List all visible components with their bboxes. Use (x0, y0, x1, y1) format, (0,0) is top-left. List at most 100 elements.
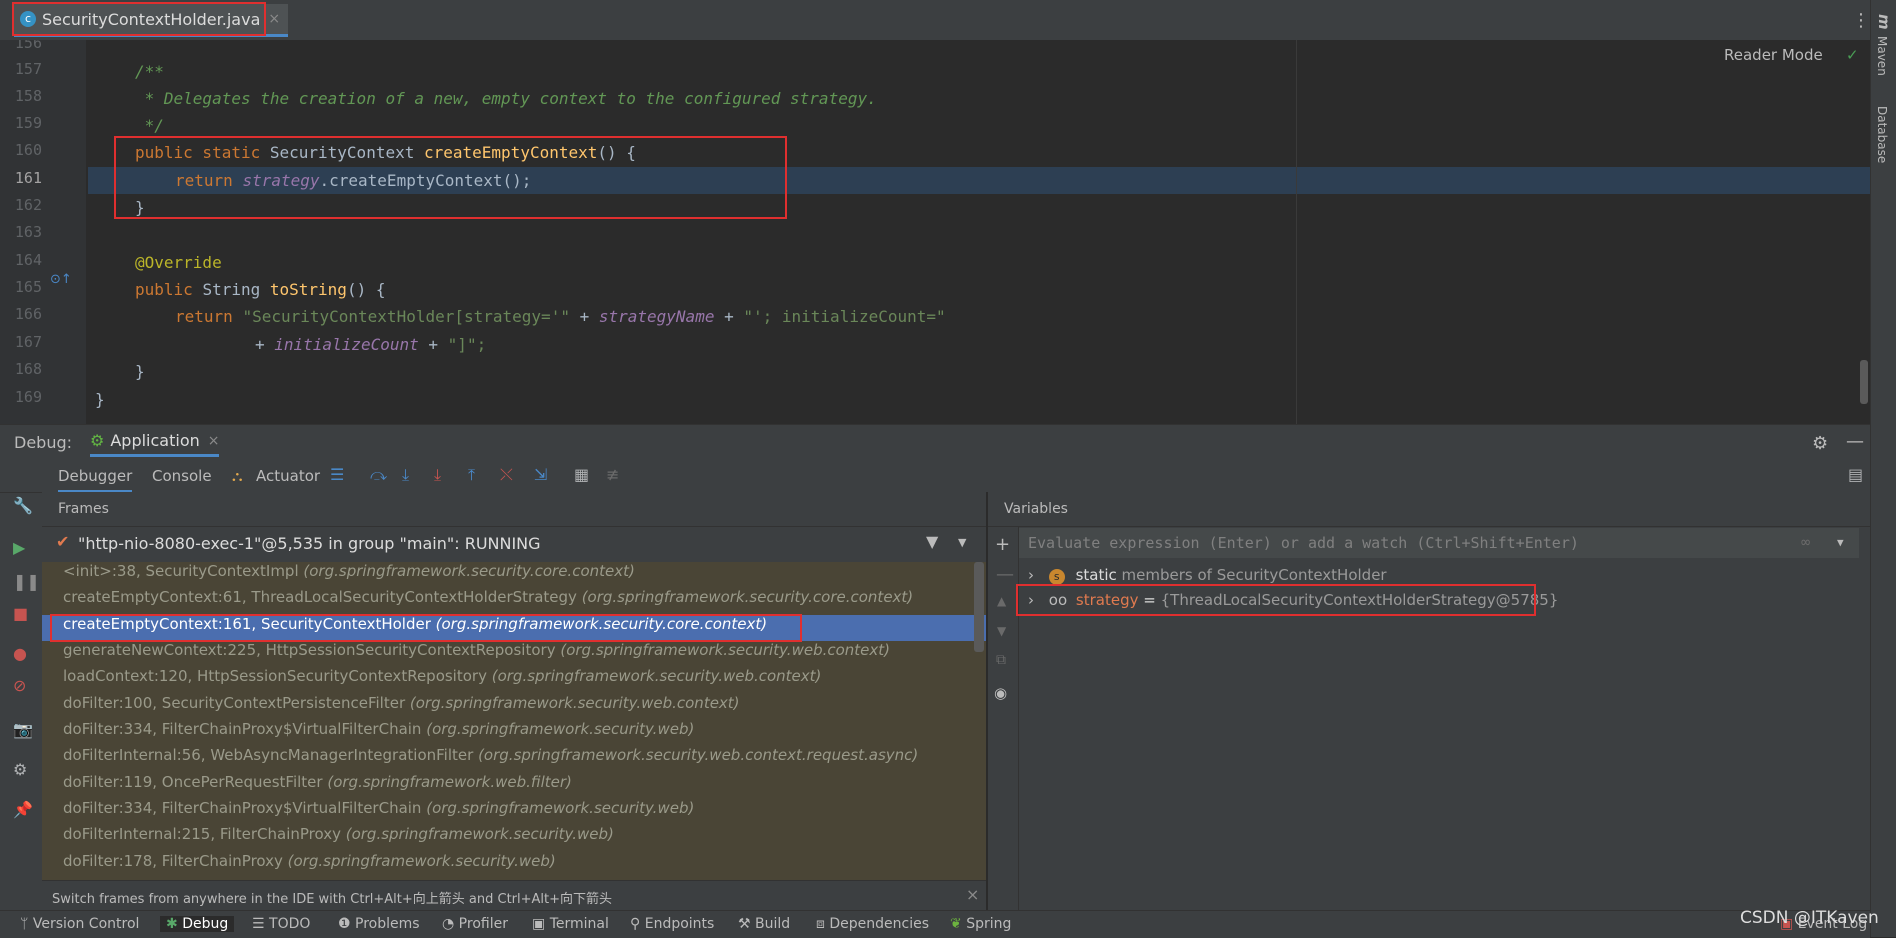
static-members-label: members of SecurityContextHolder (1116, 566, 1387, 584)
frame-row[interactable]: loadContext:120, HttpSessionSecurityCont… (42, 667, 986, 693)
frame-row[interactable]: doFilter:100, SecurityContextPersistence… (42, 694, 986, 720)
step-over-icon[interactable]: ⤼ (370, 465, 387, 485)
filter-icon[interactable]: ▼ (926, 532, 938, 551)
static-keyword: static (1075, 566, 1117, 584)
step-out-icon[interactable]: ⤒ (468, 465, 475, 485)
thread-check-icon: ✔ (56, 532, 70, 551)
line-number: 158 (14, 87, 42, 105)
frame-row[interactable]: createEmptyContext:61, ThreadLocalSecuri… (42, 588, 986, 614)
add-watch-icon[interactable]: + (995, 534, 1010, 555)
database-tool-button[interactable]: Database (1875, 106, 1889, 163)
tab-console[interactable]: Console (152, 467, 212, 485)
resume-icon[interactable]: ▶ (13, 538, 25, 557)
camera-icon[interactable]: 📷 (13, 720, 33, 739)
inspection-ok-icon[interactable]: ✓ (1846, 46, 1859, 64)
settings-gear-icon[interactable]: ⚙ (1812, 433, 1828, 454)
force-step-into-icon[interactable]: ⤓ (434, 465, 441, 485)
pin-icon[interactable]: 📌 (13, 800, 33, 819)
maven-icon[interactable]: m (1875, 14, 1893, 30)
close-session-icon[interactable]: × (208, 433, 220, 449)
dependencies-icon: ⧈ (816, 916, 830, 932)
frame-row[interactable]: doFilter:334, FilterChainProxy$VirtualFi… (42, 720, 986, 746)
build-tab[interactable]: ⚒ Build (738, 916, 790, 932)
duplicate-watch-icon[interactable]: ⧉ (996, 652, 1006, 668)
hammer-icon: ⚒ (738, 916, 756, 932)
drop-frame-icon[interactable]: ⤬ (500, 465, 513, 485)
variable-static-members[interactable]: › s static members of SecurityContextHol… (1028, 566, 1387, 585)
close-hint-icon[interactable]: × (966, 885, 979, 904)
spring-tab[interactable]: ❦ Spring (950, 916, 1011, 932)
layout-icon[interactable]: ▤ (1848, 465, 1863, 484)
debug-tab[interactable]: ✱ Debug (160, 916, 235, 932)
move-up-icon[interactable]: ▲ (997, 594, 1006, 608)
debug-session-tab-application[interactable]: ⚙ Application × (90, 431, 220, 457)
frame-row[interactable]: doFilterInternal:215, FilterChainProxy (… (42, 825, 986, 851)
code-line-165: public String toString() { (135, 280, 386, 299)
reader-mode-button[interactable]: Reader Mode (1724, 46, 1823, 64)
profiler-tab[interactable]: ◔ Profiler (442, 916, 508, 932)
static-badge-icon: s (1048, 569, 1065, 585)
glasses-icon[interactable]: ∞ (1801, 533, 1810, 551)
watermark: CSDN @ITKaven (1740, 908, 1879, 928)
run-to-cursor-icon[interactable]: ⇲ (534, 465, 547, 484)
debug-label: Debug: (14, 433, 73, 452)
version-control-tab[interactable]: ᛘ Version Control (20, 916, 139, 932)
variables-actions-strip: + — ▲ ▼ ⧉ ◉ (988, 526, 1019, 910)
chevron-down-icon[interactable]: ▼ (958, 536, 966, 549)
frame-row[interactable]: generateNewContext:225, HttpSessionSecur… (42, 641, 986, 667)
tab-actuator[interactable]: Actuator (256, 467, 320, 485)
frame-row[interactable]: doFilterInternal:56, WebAsyncManagerInte… (42, 746, 986, 772)
trace-stream-icon[interactable]: ≢ (606, 465, 619, 484)
threads-menu-icon[interactable]: ☰ (330, 465, 344, 484)
frame-row[interactable]: doFilter:119, OncePerRequestFilter (org.… (42, 773, 986, 799)
close-tab-icon[interactable]: × (268, 11, 280, 27)
line-gutter: 156 157 158 159 160 161 162 163 164 165 … (0, 40, 86, 424)
more-options-icon[interactable]: ⋮ (1852, 10, 1870, 31)
frame-row[interactable]: doFilter:334, FilterChainProxy$VirtualFi… (42, 799, 986, 825)
bug-icon: ✱ (166, 916, 183, 932)
problems-tab[interactable]: ❶ Problems (338, 916, 420, 932)
endpoints-tab[interactable]: ⚲ Endpoints (630, 916, 714, 932)
maven-tool-button[interactable]: Maven (1875, 36, 1889, 76)
view-breakpoints-icon[interactable]: ● (13, 644, 27, 663)
frames-scrollbar[interactable] (974, 562, 984, 652)
layout-settings-icon[interactable]: ⚙ (13, 760, 27, 779)
endpoints-icon: ⚲ (630, 916, 645, 932)
debug-session-label: Application (110, 431, 200, 450)
frames-header: Frames (42, 492, 986, 527)
thread-label: "http-nio-8080-exec-1"@5,535 in group "m… (78, 534, 541, 553)
list-icon: ☰ (252, 916, 270, 932)
step-into-icon[interactable]: ⤓ (402, 465, 409, 485)
expand-chevron-icon[interactable]: › (1028, 566, 1034, 584)
frame-row[interactable]: <init>:38, SecurityContextImpl (org.spri… (42, 562, 986, 588)
frame-row[interactable]: doFilter:178, FilterChainProxy (org.spri… (42, 852, 986, 878)
move-down-icon[interactable]: ▼ (997, 624, 1006, 638)
remove-watch-icon[interactable]: — (996, 564, 1014, 585)
pause-icon[interactable]: ❚❚ (13, 572, 40, 591)
tab-debugger[interactable]: Debugger (58, 467, 133, 493)
dependencies-tab[interactable]: ⧈ Dependencies (816, 916, 929, 932)
override-marker-icon[interactable]: ⊙↑ (50, 272, 72, 287)
profiler-icon: ◔ (442, 916, 459, 932)
thread-selector[interactable]: ✔ "http-nio-8080-exec-1"@5,535 in group … (42, 526, 986, 563)
code-editor[interactable]: 156 157 158 159 160 161 162 163 164 165 … (0, 40, 1870, 424)
todo-tab[interactable]: ☰ TODO (252, 916, 310, 932)
variables-panel: Variables + — ▲ ▼ ⧉ ◉ Evaluate expressio… (988, 492, 1870, 910)
terminal-tab[interactable]: ▣ Terminal (532, 916, 609, 932)
terminal-icon: ▣ (532, 916, 550, 932)
evaluate-expression-input[interactable]: Evaluate expression (Enter) or add a wat… (1019, 528, 1859, 558)
show-watches-icon[interactable]: ◉ (994, 684, 1007, 702)
evaluate-expression-icon[interactable]: ▦ (574, 465, 589, 484)
spring-boot-icon: ⚙ (90, 431, 105, 450)
editor-scrollbar[interactable] (1860, 360, 1868, 404)
frames-panel: Frames ✔ "http-nio-8080-exec-1"@5,535 in… (42, 492, 986, 910)
mute-breakpoints-icon[interactable]: ⊘ (13, 676, 26, 695)
spring-icon: ❦ (950, 916, 967, 932)
frames-hint-bar: Switch frames from anywhere in the IDE w… (42, 880, 986, 911)
modify-config-icon[interactable]: 🔧 (13, 496, 33, 515)
history-dropdown-icon[interactable]: ▼ (1837, 536, 1844, 549)
line-number: 157 (14, 60, 42, 78)
stop-icon[interactable]: ■ (13, 604, 28, 623)
line-number: 166 (14, 305, 42, 323)
hide-panel-icon[interactable]: — (1846, 431, 1864, 452)
